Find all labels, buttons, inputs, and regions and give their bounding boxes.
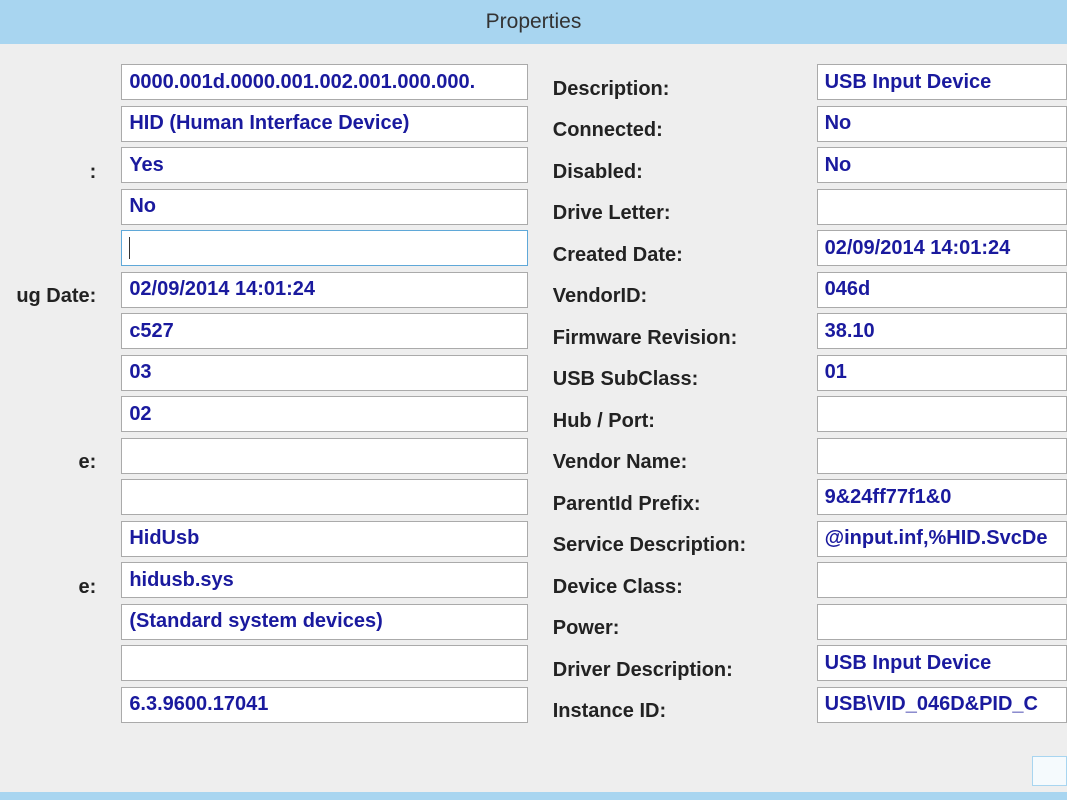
window-bottom-border	[0, 792, 1067, 800]
right-inputs-column: USB Input Device No No 02/09/2014 14:01:…	[817, 64, 1067, 730]
left-label-6	[0, 320, 96, 356]
label-firmware-revision: Firmware Revision:	[553, 320, 792, 356]
label-driver-description: Driver Description:	[553, 652, 792, 688]
label-drive-letter: Drive Letter:	[553, 196, 792, 232]
field-connected[interactable]: No	[817, 106, 1067, 142]
left-label-13	[0, 611, 96, 647]
label-connected: Connected:	[553, 113, 792, 149]
field-left-10[interactable]	[121, 479, 527, 515]
left-label-4	[0, 237, 96, 273]
field-left-8[interactable]: 02	[121, 396, 527, 432]
field-left-13[interactable]: (Standard system devices)	[121, 604, 527, 640]
label-instance-id: Instance ID:	[553, 694, 792, 730]
field-hub-port[interactable]	[817, 396, 1067, 432]
field-driver-description[interactable]: USB Input Device	[817, 645, 1067, 681]
field-left-7[interactable]: 03	[121, 355, 527, 391]
field-disabled[interactable]: No	[817, 147, 1067, 183]
label-vendor-name: Vendor Name:	[553, 445, 792, 481]
field-drive-letter[interactable]	[817, 189, 1067, 225]
field-power[interactable]	[817, 604, 1067, 640]
left-label-2: :	[0, 154, 96, 190]
properties-content: : ug Date: e: e: 0000.001d.0000.001.002.…	[0, 44, 1067, 730]
field-left-9[interactable]	[121, 438, 527, 474]
field-created-date[interactable]: 02/09/2014 14:01:24	[817, 230, 1067, 266]
text-cursor	[129, 237, 130, 259]
window-title: Properties	[486, 10, 582, 34]
field-vendor-id[interactable]: 046d	[817, 272, 1067, 308]
field-left-1[interactable]: HID (Human Interface Device)	[121, 106, 527, 142]
left-label-1	[0, 113, 96, 149]
dialog-button-partial[interactable]	[1032, 756, 1067, 786]
left-label-10	[0, 486, 96, 522]
field-left-4[interactable]	[121, 230, 527, 266]
left-label-8	[0, 403, 96, 439]
field-description[interactable]: USB Input Device	[817, 64, 1067, 100]
field-left-6[interactable]: c527	[121, 313, 527, 349]
window-titlebar: Properties	[0, 0, 1067, 44]
label-device-class: Device Class:	[553, 569, 792, 605]
left-labels-column: : ug Date: e: e:	[0, 64, 96, 730]
field-left-12[interactable]: hidusb.sys	[121, 562, 527, 598]
left-label-11	[0, 528, 96, 564]
field-left-3[interactable]: No	[121, 189, 527, 225]
field-left-0[interactable]: 0000.001d.0000.001.002.001.000.000.	[121, 64, 527, 100]
left-label-14	[0, 652, 96, 688]
field-vendor-name[interactable]	[817, 438, 1067, 474]
field-left-11[interactable]: HidUsb	[121, 521, 527, 557]
left-label-9: e:	[0, 445, 96, 481]
field-firmware-revision[interactable]: 38.10	[817, 313, 1067, 349]
field-device-class[interactable]	[817, 562, 1067, 598]
label-service-description: Service Description:	[553, 528, 792, 564]
field-service-description[interactable]: @input.inf,%HID.SvcDe	[817, 521, 1067, 557]
field-parentid-prefix[interactable]: 9&24ff77f1&0	[817, 479, 1067, 515]
left-label-15	[0, 694, 96, 730]
left-label-0	[0, 71, 96, 107]
field-left-14[interactable]	[121, 645, 527, 681]
field-left-2[interactable]: Yes	[121, 147, 527, 183]
field-usb-subclass[interactable]: 01	[817, 355, 1067, 391]
label-description: Description:	[553, 71, 792, 107]
label-usb-subclass: USB SubClass:	[553, 362, 792, 398]
label-vendor-id: VendorID:	[553, 279, 792, 315]
label-parentid-prefix: ParentId Prefix:	[553, 486, 792, 522]
left-label-5: ug Date:	[0, 279, 96, 315]
field-left-5[interactable]: 02/09/2014 14:01:24	[121, 272, 527, 308]
left-label-7	[0, 362, 96, 398]
label-hub-port: Hub / Port:	[553, 403, 792, 439]
left-label-12: e:	[0, 569, 96, 605]
left-label-3	[0, 196, 96, 232]
field-left-15[interactable]: 6.3.9600.17041	[121, 687, 527, 723]
label-power: Power:	[553, 611, 792, 647]
left-inputs-column: 0000.001d.0000.001.002.001.000.000. HID …	[121, 64, 527, 730]
field-instance-id[interactable]: USB\VID_046D&PID_C	[817, 687, 1067, 723]
label-created-date: Created Date:	[553, 237, 792, 273]
label-disabled: Disabled:	[553, 154, 792, 190]
right-labels-column: Description: Connected: Disabled: Drive …	[553, 64, 792, 730]
